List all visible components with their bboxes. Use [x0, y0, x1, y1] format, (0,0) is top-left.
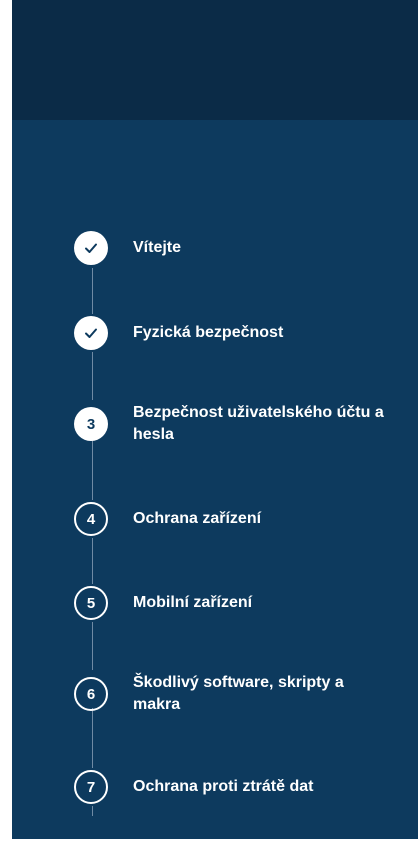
step-skodlivy-software[interactable]: 6 Škodlivý software, skripty a makra	[74, 672, 404, 716]
step-fyzicka-bezpecnost[interactable]: Fyzická bezpečnost	[74, 316, 404, 350]
step-connector	[92, 268, 93, 314]
progress-stepper: Vítejte Fyzická bezpečnost 3 Bezpečnost …	[12, 0, 418, 839]
step-connector	[92, 708, 93, 768]
step-ochrana-zarizeni[interactable]: 4 Ochrana zařízení	[74, 502, 404, 536]
step-connector	[92, 538, 93, 584]
step-label: Ochrana zařízení	[133, 510, 262, 527]
step-vitejte[interactable]: Vítejte	[74, 231, 404, 265]
step-status-circle	[74, 231, 108, 265]
course-navigation-panel: Vítejte Fyzická bezpečnost 3 Bezpečnost …	[12, 0, 418, 839]
step-label: Mobilní zařízení	[133, 594, 253, 611]
step-number-circle: 4	[74, 502, 108, 536]
step-connector	[92, 806, 93, 816]
step-connector	[92, 438, 93, 500]
step-status-circle	[74, 316, 108, 350]
step-connector	[92, 622, 93, 670]
step-connector	[92, 352, 93, 400]
step-label: Vítejte	[133, 239, 182, 256]
step-bezpecnost-uctu-a-hesla[interactable]: 3 Bezpečnost uživatelského účtu a hesla	[74, 402, 404, 446]
step-mobilni-zarizeni[interactable]: 5 Mobilní zařízení	[74, 586, 404, 620]
step-label: Fyzická bezpečnost	[133, 324, 284, 341]
step-number-circle: 3	[74, 407, 108, 441]
step-number-circle: 7	[74, 770, 108, 804]
step-label: Bezpečnost uživatelského účtu a hesla	[133, 404, 384, 443]
step-number-circle: 6	[74, 677, 108, 711]
step-ochrana-proti-ztrate-dat[interactable]: 7 Ochrana proti ztrátě dat	[74, 770, 404, 804]
step-number-circle: 5	[74, 586, 108, 620]
step-label: Škodlivý software, skripty a makra	[133, 674, 344, 713]
step-label: Ochrana proti ztrátě dat	[133, 778, 314, 795]
check-icon	[83, 240, 99, 256]
check-icon	[83, 325, 99, 341]
